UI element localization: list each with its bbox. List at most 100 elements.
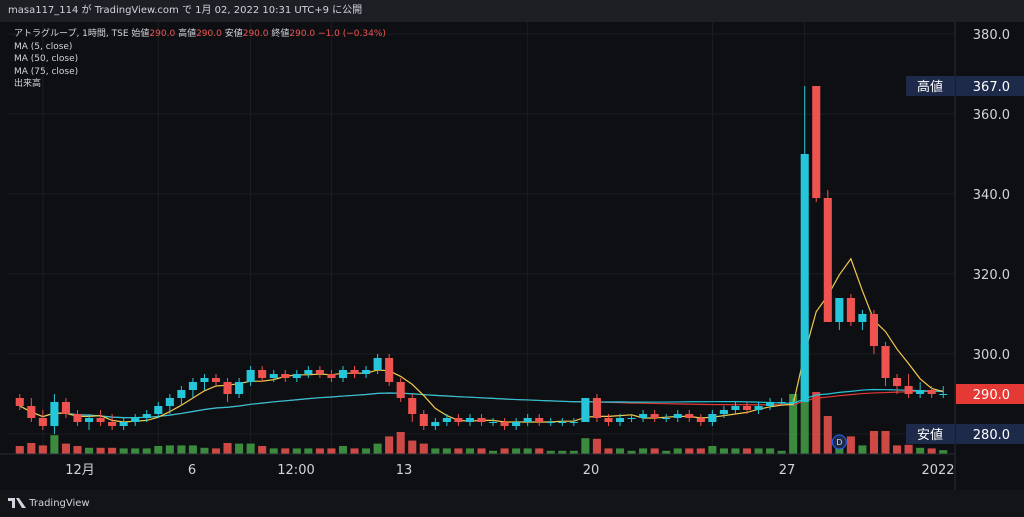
volume-bar: [131, 448, 140, 454]
volume-bar: [812, 392, 821, 454]
candle-body: [812, 86, 821, 198]
volume-bar: [108, 447, 117, 454]
volume-bar: [535, 448, 544, 454]
price-tick-label: 380.0: [973, 28, 1010, 43]
volume-bar: [223, 443, 232, 454]
volume-bar: [592, 438, 601, 454]
candle-body: [465, 418, 474, 422]
volume-bar: [73, 446, 82, 454]
tradingview-logo[interactable]: TradingView: [8, 490, 90, 517]
candle-body: [338, 370, 348, 378]
volume-bar: [350, 448, 359, 454]
candle-body: [258, 370, 267, 378]
plot-area[interactable]: D: [0, 22, 1024, 490]
candle-body: [200, 378, 209, 382]
volume-bar: [639, 448, 648, 454]
candle-body: [15, 398, 24, 406]
candle: [581, 398, 590, 422]
candle-body: [639, 414, 648, 418]
indicator-ma75[interactable]: MA (75, close): [14, 66, 386, 79]
volume-bar: [246, 443, 255, 454]
candle-body: [512, 422, 521, 426]
candle-body: [315, 370, 324, 374]
high-label: 高値: [178, 29, 197, 39]
candle: [823, 190, 832, 322]
candle-body: [869, 314, 879, 346]
candle-body: [292, 374, 301, 378]
candle-body: [489, 422, 498, 423]
candle-body: [927, 390, 936, 394]
volume-bar: [846, 436, 855, 454]
candle-body: [558, 422, 567, 423]
volume-bar: [893, 445, 902, 454]
volume-bar: [869, 431, 879, 454]
candle-body: [581, 398, 590, 422]
candle-body: [419, 414, 428, 426]
symbol-legend-row[interactable]: アトラグループ, 1時間, TSE 始値290.0 高値290.0 安値290.…: [14, 28, 386, 41]
candle-body: [131, 418, 140, 422]
volume-bar: [939, 450, 948, 454]
candle: [812, 86, 821, 202]
volume-bar: [742, 448, 752, 454]
volume-bar: [754, 448, 763, 454]
candle-body: [696, 418, 705, 422]
price-tag-label: 安値: [917, 427, 943, 443]
volume-bar: [431, 448, 440, 454]
volume-bar: [396, 432, 405, 454]
candle-body: [719, 410, 728, 414]
candle-body: [650, 414, 659, 418]
candle-body: [800, 154, 809, 402]
indicator-ma50[interactable]: MA (50, close): [14, 53, 386, 66]
candle-body: [223, 382, 232, 394]
low-value: 290.0: [242, 29, 269, 39]
volume-bar: [454, 448, 463, 454]
volume-bar: [696, 448, 705, 454]
indicator-ma5[interactable]: MA (5, close): [14, 41, 386, 54]
candle-body: [754, 406, 763, 410]
time-tick-label: 6: [188, 463, 196, 478]
volume-bar: [904, 444, 913, 454]
candle-body: [188, 382, 197, 390]
candle-body: [569, 422, 578, 423]
volume-bar: [235, 443, 244, 454]
candle-body: [269, 374, 278, 378]
volume-bar: [673, 448, 682, 454]
price-tag-label: 高値: [917, 79, 943, 95]
volume-bar: [408, 440, 417, 454]
candle-body: [431, 422, 440, 426]
volume-bar: [442, 448, 451, 454]
candle-body: [835, 298, 844, 322]
indicator-volume[interactable]: 出来高: [14, 78, 386, 91]
price-tag-value: 290.0: [973, 388, 1010, 403]
volume-bar: [916, 447, 925, 454]
volume-bar: [858, 445, 867, 454]
dividend-marker: D: [831, 434, 847, 450]
volume-bar: [119, 448, 128, 454]
price-tag-value: 280.0: [973, 428, 1010, 443]
volume-bar: [154, 446, 163, 454]
time-tick-label: 12月: [65, 463, 95, 478]
volume-bar: [258, 446, 267, 454]
price-tick-label: 300.0: [973, 348, 1010, 363]
volume-bar: [385, 436, 394, 454]
high-value: 290.0: [196, 29, 222, 39]
tradingview-brand: TradingView: [29, 498, 90, 509]
volume-bar: [731, 448, 740, 454]
volume-bar: [292, 448, 301, 454]
candle-body: [304, 370, 313, 374]
candle-body: [662, 418, 671, 419]
candle-body: [673, 414, 682, 418]
time-tick-label: 2022: [921, 463, 954, 478]
candle-body: [454, 418, 463, 422]
price-chart[interactable]: D 380.0 360.0 340.0 320.0 300.0 280.0 高値 367.0 2…: [0, 22, 1024, 490]
candle-body: [904, 386, 913, 394]
footer-bar: TradingView: [0, 490, 1024, 517]
candle-body: [858, 314, 867, 322]
volume-bar: [373, 443, 382, 454]
volume-bar: [177, 445, 186, 454]
price-tick-label: 360.0: [973, 108, 1010, 123]
candle: [592, 394, 601, 422]
volume-bar: [211, 448, 221, 454]
candle-body: [477, 418, 486, 422]
candle-body: [396, 382, 405, 398]
